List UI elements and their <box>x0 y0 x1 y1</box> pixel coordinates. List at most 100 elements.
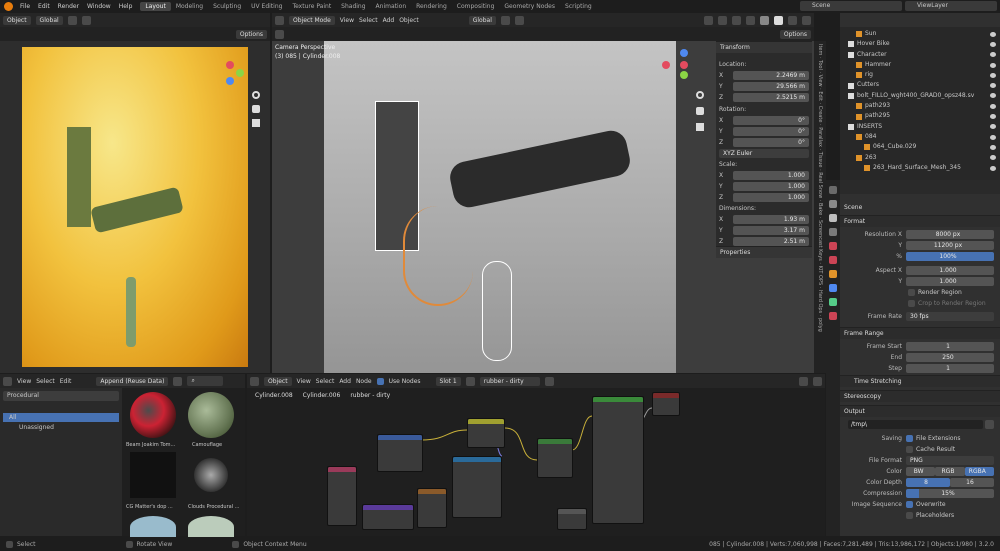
rot-x-field[interactable]: 0° <box>733 115 809 125</box>
color-rgb-button[interactable]: RGB <box>935 466 965 476</box>
physics-tab-icon[interactable] <box>829 298 837 306</box>
shader-type-dropdown[interactable]: Object <box>264 376 292 386</box>
frame-end-field[interactable]: 250 <box>906 352 994 362</box>
resolution-x-field[interactable]: 8000 px <box>906 229 994 239</box>
asset-select-menu[interactable]: Select <box>36 378 55 385</box>
outliner-row[interactable]: Hover Bike <box>844 39 996 49</box>
outliner-row[interactable]: path295 <box>844 111 996 121</box>
properties-search-bar[interactable] <box>840 180 1000 194</box>
file-extensions-checkbox[interactable] <box>906 434 913 442</box>
node-snap-icon[interactable] <box>799 376 808 386</box>
menu-help[interactable]: Help <box>115 3 137 10</box>
node-bump[interactable] <box>417 488 447 528</box>
rot-y-field[interactable]: 0° <box>733 126 809 136</box>
node-math[interactable] <box>537 438 573 478</box>
vtab-view[interactable]: View <box>817 75 823 87</box>
object-tab-icon[interactable] <box>829 270 837 278</box>
snap-icon[interactable] <box>67 15 77 25</box>
time-stretching-header[interactable]: Time Stretching <box>840 375 1000 387</box>
node-principled-bsdf[interactable] <box>592 396 644 524</box>
compression-slider[interactable]: 15% <box>906 488 994 498</box>
use-nodes-checkbox[interactable] <box>376 377 384 385</box>
tab-scripting[interactable]: Scripting <box>560 2 597 11</box>
vtab-edit[interactable]: Edit <box>817 91 823 101</box>
vtab-tool[interactable]: Tool <box>817 60 823 70</box>
visibility-eye-icon[interactable] <box>990 165 996 171</box>
asset-editor-type-icon[interactable] <box>3 376 12 386</box>
asset-thumb-5[interactable] <box>130 516 176 538</box>
visibility-eye-icon[interactable] <box>990 52 996 58</box>
color-depth-8-button[interactable]: 8 <box>906 477 950 487</box>
main-gizmo-neg-x-icon[interactable] <box>680 61 688 69</box>
asset-filter-icon[interactable] <box>173 376 183 386</box>
dim-x-field[interactable]: 1.93 m <box>733 214 809 224</box>
outliner-row[interactable]: Cutters <box>844 80 996 90</box>
format-section-header[interactable]: Format <box>840 215 1000 227</box>
viewport-view-menu[interactable]: View <box>340 17 354 24</box>
asset-library-dropdown[interactable]: Procedural <box>3 391 119 401</box>
vtab-real-snow[interactable]: Real Snow <box>817 172 823 198</box>
transform-header[interactable]: Transform <box>716 41 812 53</box>
tool-tab-icon[interactable] <box>829 186 837 194</box>
outliner-row[interactable]: bolt_FILLO_wght400_GRAD0_opsz48.sv <box>844 91 996 101</box>
left-orientation-dropdown[interactable]: Global <box>35 15 63 25</box>
viewport-select-menu[interactable]: Select <box>359 17 378 24</box>
color-rgba-button[interactable]: RGBA <box>964 466 994 476</box>
visibility-eye-icon[interactable] <box>990 31 996 37</box>
asset-view-menu[interactable]: View <box>17 378 31 385</box>
node-noise-texture[interactable] <box>362 504 414 530</box>
visibility-eye-icon[interactable] <box>990 144 996 150</box>
scene-tab-icon[interactable] <box>829 242 837 250</box>
slot-dropdown[interactable]: Slot 1 <box>435 376 461 386</box>
outliner-row[interactable]: path293 <box>844 101 996 111</box>
view-layer-selector[interactable]: ViewLayer <box>905 1 997 11</box>
outliner-row[interactable]: INSERTS <box>844 122 996 132</box>
vtab-polyg[interactable]: polyg <box>817 318 823 332</box>
loc-x-field[interactable]: 2.2469 m <box>733 70 809 80</box>
visibility-eye-icon[interactable] <box>990 93 996 99</box>
node-add-menu[interactable]: Add <box>339 378 351 385</box>
shading-material-icon[interactable] <box>788 15 797 25</box>
asset-thumb-camouflage[interactable] <box>188 392 234 438</box>
frame-rate-dropdown[interactable]: 30 fps <box>906 311 994 321</box>
file-format-dropdown[interactable]: PNG <box>906 455 994 465</box>
rot-z-field[interactable]: 0° <box>733 137 809 147</box>
crop-checkbox[interactable] <box>908 299 915 307</box>
import-method-dropdown[interactable]: Append (Reuse Data) <box>96 376 169 386</box>
node-mix[interactable] <box>467 418 505 448</box>
vtab-hard-ops[interactable]: Hard Ops <box>817 290 823 313</box>
asset-thumb-beam[interactable] <box>130 392 176 438</box>
catalog-all[interactable]: All <box>3 413 119 422</box>
node-frame[interactable] <box>557 508 587 530</box>
gizmo-x-icon[interactable] <box>226 61 234 69</box>
world-tab-icon[interactable] <box>829 256 837 264</box>
outliner-row[interactable]: Character <box>844 50 996 60</box>
view-layer-tab-icon[interactable] <box>829 228 837 236</box>
visibility-eye-icon[interactable] <box>990 134 996 140</box>
gizmo-toggle-icon[interactable] <box>718 15 727 25</box>
main-pan-icon[interactable] <box>696 107 704 115</box>
asset-thumb-dop[interactable] <box>130 452 176 498</box>
output-tab-icon[interactable] <box>829 214 837 222</box>
outliner-row[interactable]: 064_Cube.029 <box>844 142 996 152</box>
folder-icon[interactable] <box>985 419 994 429</box>
node-select-menu[interactable]: Select <box>316 378 335 385</box>
loc-z-field[interactable]: 2.5215 m <box>733 92 809 102</box>
orientation-dropdown[interactable]: Global <box>468 15 496 25</box>
menu-render[interactable]: Render <box>54 3 83 10</box>
visibility-eye-icon[interactable] <box>990 83 996 89</box>
visibility-eye-icon[interactable] <box>990 62 996 68</box>
main-gizmo-y-icon[interactable] <box>680 71 688 79</box>
node-node-menu[interactable]: Node <box>356 378 372 385</box>
node-texture-coord[interactable] <box>327 466 357 526</box>
gizmo-z-icon[interactable] <box>226 77 234 85</box>
render-region-checkbox[interactable] <box>908 288 915 296</box>
asset-edit-menu[interactable]: Edit <box>60 378 72 385</box>
overwrite-checkbox[interactable] <box>906 500 913 508</box>
vtab-item[interactable]: Item <box>817 44 823 55</box>
modifier-tab-icon[interactable] <box>829 284 837 292</box>
vtab-create[interactable]: Create <box>817 106 823 123</box>
vtab-bake[interactable]: Bake <box>817 203 823 215</box>
output-path-field[interactable]: /tmp\ <box>848 419 983 429</box>
main-gizmo-x-icon[interactable] <box>662 61 670 69</box>
